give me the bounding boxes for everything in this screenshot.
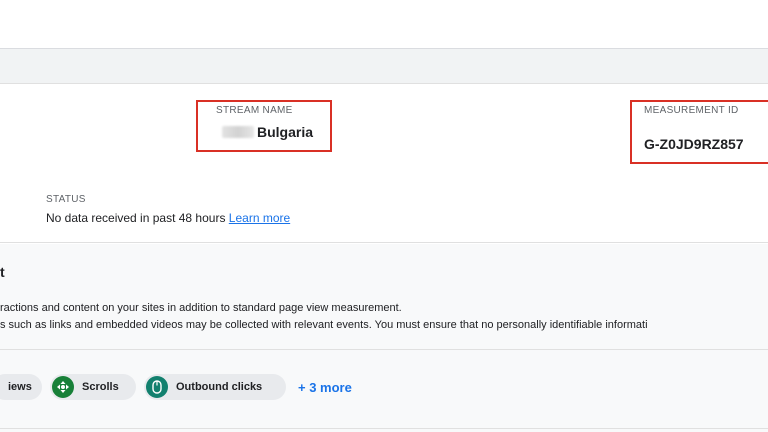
web-stream-details-page: STREAM NAME Bulgaria MEASUREMENT ID G-Z0… [0,0,768,432]
stream-details-card: STREAM NAME Bulgaria MEASUREMENT ID G-Z0… [0,83,768,243]
measurement-id-value[interactable]: G-Z0JD9RZ857 [644,136,744,152]
status-text: No data received in past 48 hours [46,211,226,225]
stream-name-value: Bulgaria [257,124,314,140]
chip-outbound-clicks-label: Outbound clicks [176,381,263,393]
chip-scrolls[interactable]: Scrolls [50,374,136,400]
learn-more-link[interactable]: Learn more [229,211,290,225]
enhanced-description-line2: s such as links and embedded videos may … [0,319,648,331]
chip-page-views[interactable]: iews [0,374,42,400]
enhanced-description-line1: ractions and content on your sites in ad… [0,302,402,314]
scroll-icon [52,376,74,398]
enhanced-measurement-section: t ractions and content on your sites in … [0,244,768,350]
status-row: No data received in past 48 hours Learn … [46,211,290,225]
more-events-link[interactable]: + 3 more [298,380,352,395]
top-header-blurred [0,0,768,48]
stream-name-label: STREAM NAME [216,105,293,116]
mouse-icon [146,376,168,398]
redacted-text [222,126,254,138]
status-label: STATUS [46,194,86,205]
enhanced-measurement-title: t [0,264,5,280]
chip-outbound-clicks[interactable]: Outbound clicks [144,374,286,400]
measurement-id-label: MEASUREMENT ID [644,105,739,116]
chip-scrolls-label: Scrolls [82,381,119,393]
enhanced-events-chips: iews Scrolls Outbound clicks + 3 more [0,350,768,432]
section-band [0,49,768,83]
chip-page-views-label: iews [8,381,32,393]
bottom-divider [0,428,768,429]
